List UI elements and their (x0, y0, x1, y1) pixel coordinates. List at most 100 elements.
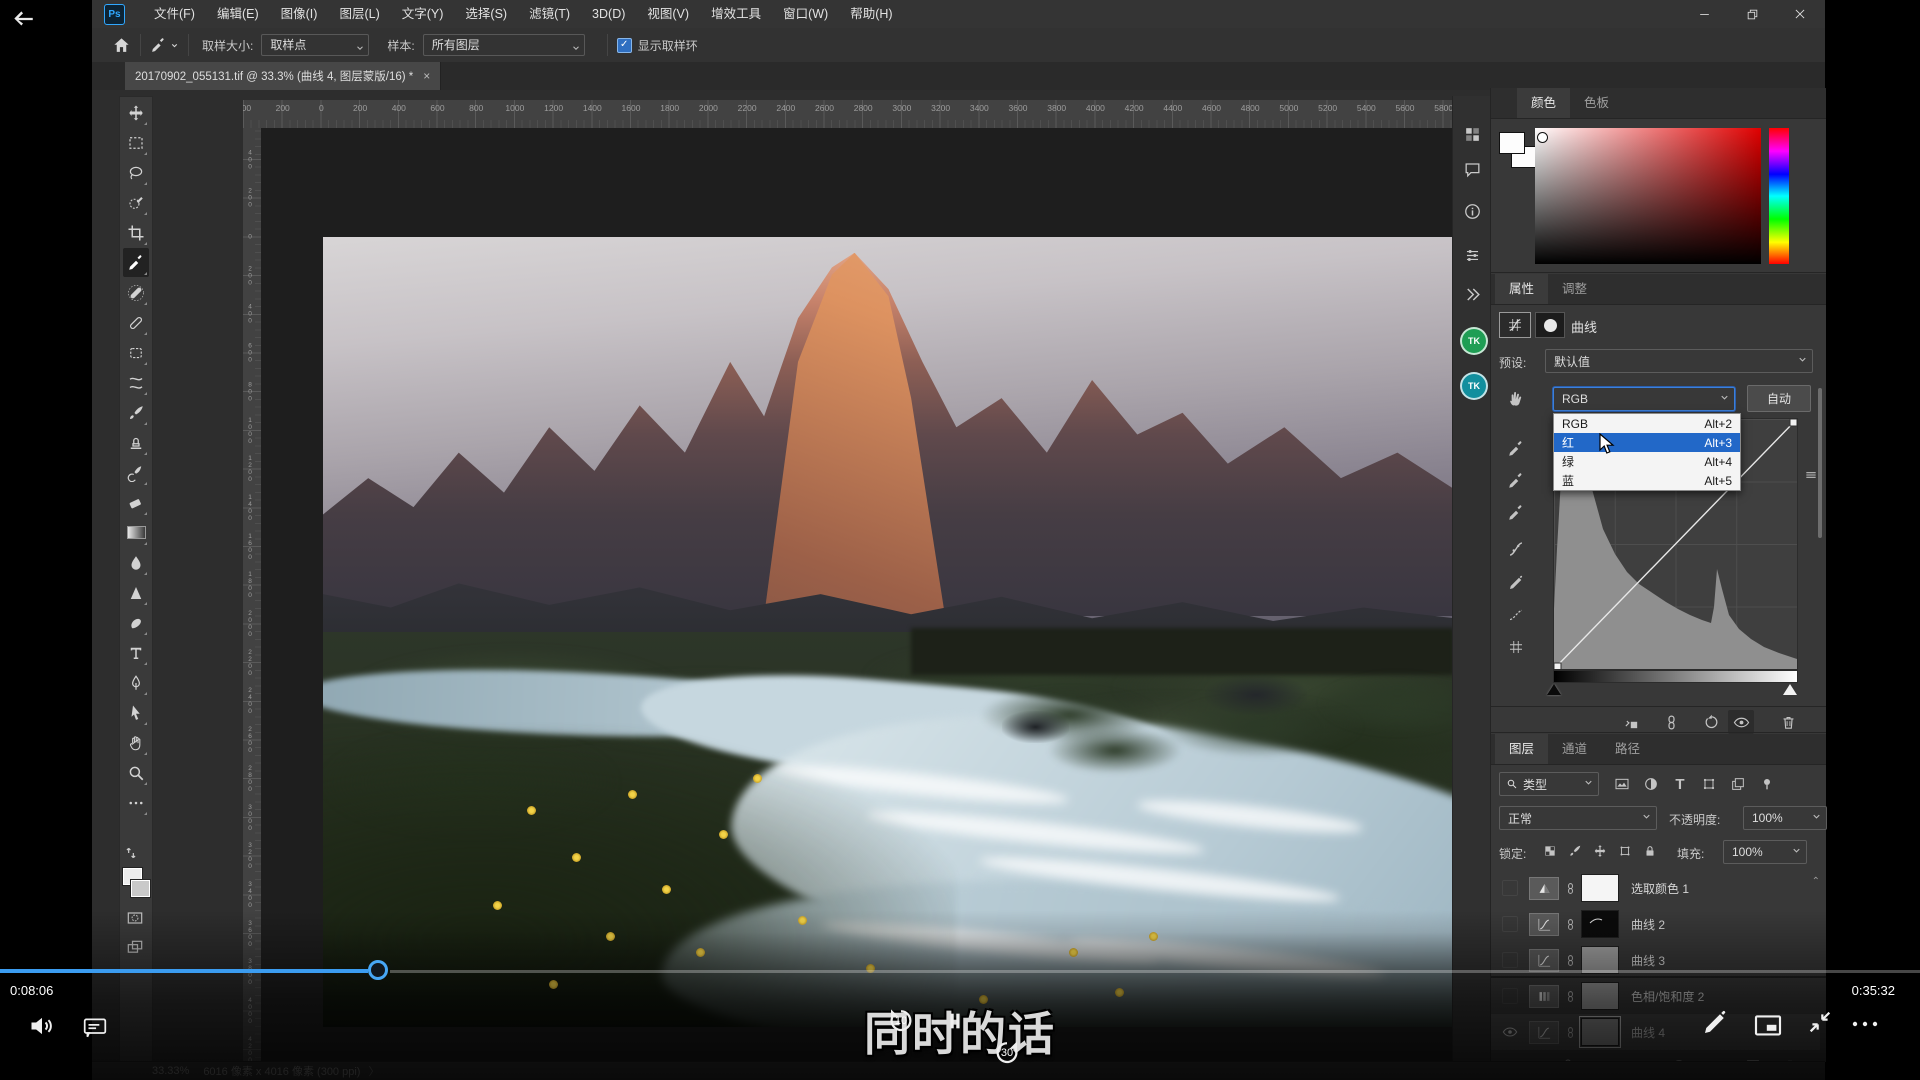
menu-item-1[interactable]: 编辑(E) (206, 0, 270, 28)
panel-scrollbar[interactable] (1818, 388, 1822, 538)
home-icon[interactable] (112, 36, 131, 55)
frame-icon[interactable] (1696, 772, 1722, 796)
libraries-icon[interactable] (1461, 123, 1483, 145)
tk-panel-badge[interactable]: TK (1460, 372, 1488, 400)
tool-marquee[interactable] (123, 128, 149, 157)
comment-icon[interactable] (1461, 158, 1483, 180)
show-sampling-ring-checkbox[interactable]: ✓ (617, 38, 632, 53)
swap-colors-icon[interactable] (124, 846, 138, 865)
tool-patch[interactable] (123, 338, 149, 367)
channel-option-红[interactable]: 红Alt+3 (1554, 433, 1740, 452)
tab-layers[interactable]: 图层 (1495, 734, 1548, 764)
tool-gradient[interactable] (123, 518, 149, 547)
restore-button[interactable] (1745, 7, 1759, 21)
preset-select[interactable]: 默认值 (1545, 349, 1813, 373)
close-button[interactable] (1793, 7, 1807, 21)
tool-hand[interactable] (123, 728, 149, 757)
screen-mode-icon[interactable] (125, 938, 145, 963)
layer-visibility-toggle[interactable] (1497, 880, 1523, 896)
volume-icon[interactable] (28, 1012, 56, 1040)
tool-path-select[interactable] (123, 698, 149, 727)
player-back-button[interactable] (10, 6, 38, 34)
quick-mask-icon[interactable] (125, 908, 145, 933)
menu-item-3[interactable]: 图层(L) (328, 0, 390, 28)
tk-panel-badge[interactable]: TK (1460, 327, 1488, 355)
layer-row-选取颜色 1[interactable]: 选取颜色 1 (1491, 870, 1820, 906)
tab-paths[interactable]: 路径 (1601, 734, 1654, 764)
tool-text-tool[interactable] (123, 638, 149, 667)
player-progress-bar[interactable] (0, 969, 1920, 975)
menu-item-6[interactable]: 滤镜(T) (518, 0, 581, 28)
layer-filter-select[interactable]: 类型 (1499, 772, 1599, 796)
document-tab[interactable]: 20170902_055131.tif @ 33.3% (曲线 4, 图层蒙版/… (125, 62, 441, 90)
tool-blur[interactable] (123, 548, 149, 577)
eyedropper-icon[interactable] (1503, 468, 1529, 494)
tool-zoom[interactable] (123, 758, 149, 787)
tool-pen[interactable] (123, 668, 149, 697)
tool-eyedropper[interactable] (123, 248, 149, 277)
trash-icon[interactable] (1775, 710, 1801, 734)
skip-back-button[interactable]: 10 (882, 1004, 920, 1036)
tab-color[interactable]: 颜色 (1517, 88, 1570, 118)
menu-item-8[interactable]: 视图(V) (636, 0, 700, 28)
pin-icon[interactable] (1754, 772, 1780, 796)
subtitles-icon[interactable] (82, 1014, 108, 1040)
menu-item-9[interactable]: 增效工具 (700, 0, 772, 28)
progress-knob[interactable] (368, 960, 388, 980)
tool-spot-heal[interactable] (123, 278, 149, 307)
tool-more-dots[interactable] (123, 788, 149, 817)
tool-move[interactable] (123, 98, 149, 127)
grid-icon-icon[interactable] (1503, 634, 1529, 660)
menu-item-4[interactable]: 文字(Y) (391, 0, 455, 28)
picture-in-picture-icon[interactable] (1753, 1014, 1783, 1038)
reset-icon[interactable] (1698, 710, 1724, 734)
dup-icon[interactable] (1725, 772, 1751, 796)
layer-mask-thumbnail[interactable] (1581, 910, 1619, 938)
tool-history-brush[interactable] (123, 458, 149, 487)
background-color-swatch[interactable] (131, 880, 150, 897)
menu-item-0[interactable]: 文件(F) (143, 0, 206, 28)
annotate-pencil-icon[interactable] (1700, 1008, 1730, 1038)
layer-row-曲线 2[interactable]: 曲线 2 (1491, 906, 1820, 942)
tab-close-icon[interactable]: × (423, 69, 430, 83)
color-hue-strip[interactable] (1769, 128, 1789, 264)
lock-move-icon[interactable] (1587, 839, 1613, 863)
sample-size-select[interactable]: 取样点 (261, 34, 369, 56)
lock-brush-icon[interactable] (1562, 839, 1588, 863)
tool-lasso[interactable] (123, 158, 149, 187)
smooth-curve-icon[interactable] (1503, 602, 1529, 628)
properties-menu-icon[interactable] (1804, 468, 1818, 487)
menu-item-10[interactable]: 窗口(W) (772, 0, 839, 28)
menu-item-2[interactable]: 图像(I) (270, 0, 329, 28)
clip-mask-icon[interactable] (1618, 710, 1644, 734)
color-fg-swatch[interactable] (1499, 132, 1525, 154)
exit-fullscreen-icon[interactable] (1806, 1008, 1834, 1036)
chain-icon[interactable] (1658, 710, 1684, 734)
auto-button[interactable]: 自动 (1747, 385, 1811, 412)
more-options-icon[interactable] (1850, 1018, 1880, 1030)
tool-smudge[interactable] (123, 608, 149, 637)
zoom-level[interactable]: 33.33% (152, 1065, 189, 1077)
canvas-area[interactable] (261, 128, 1537, 1062)
eye-icon[interactable] (1728, 710, 1754, 734)
menu-item-7[interactable]: 3D(D) (581, 0, 636, 28)
tat-hand-icon[interactable] (1503, 386, 1529, 412)
layer-visibility-toggle[interactable] (1497, 952, 1523, 968)
layer-mask-thumbnail[interactable] (1581, 874, 1619, 902)
current-tool-eyedropper-icon[interactable] (150, 37, 179, 54)
pencil-icon[interactable] (1503, 570, 1529, 596)
info-icon[interactable] (1461, 200, 1483, 222)
tool-clone-stamp[interactable] (123, 428, 149, 457)
lock-checker-icon[interactable] (1537, 839, 1563, 863)
lock-lock-icon[interactable] (1637, 839, 1663, 863)
channel-option-蓝[interactable]: 蓝Alt+5 (1554, 471, 1740, 490)
export-icon[interactable] (1461, 283, 1483, 305)
layer-visibility-toggle[interactable] (1497, 916, 1523, 932)
minimize-button[interactable] (1697, 7, 1711, 21)
black-point-slider[interactable] (1547, 684, 1561, 695)
lock-frame-icon[interactable] (1612, 839, 1638, 863)
fill-value[interactable]: 100% (1723, 840, 1807, 864)
curves-mini-icon[interactable] (1503, 536, 1529, 562)
pause-button[interactable] (944, 1010, 966, 1032)
tool-heal[interactable] (123, 308, 149, 337)
